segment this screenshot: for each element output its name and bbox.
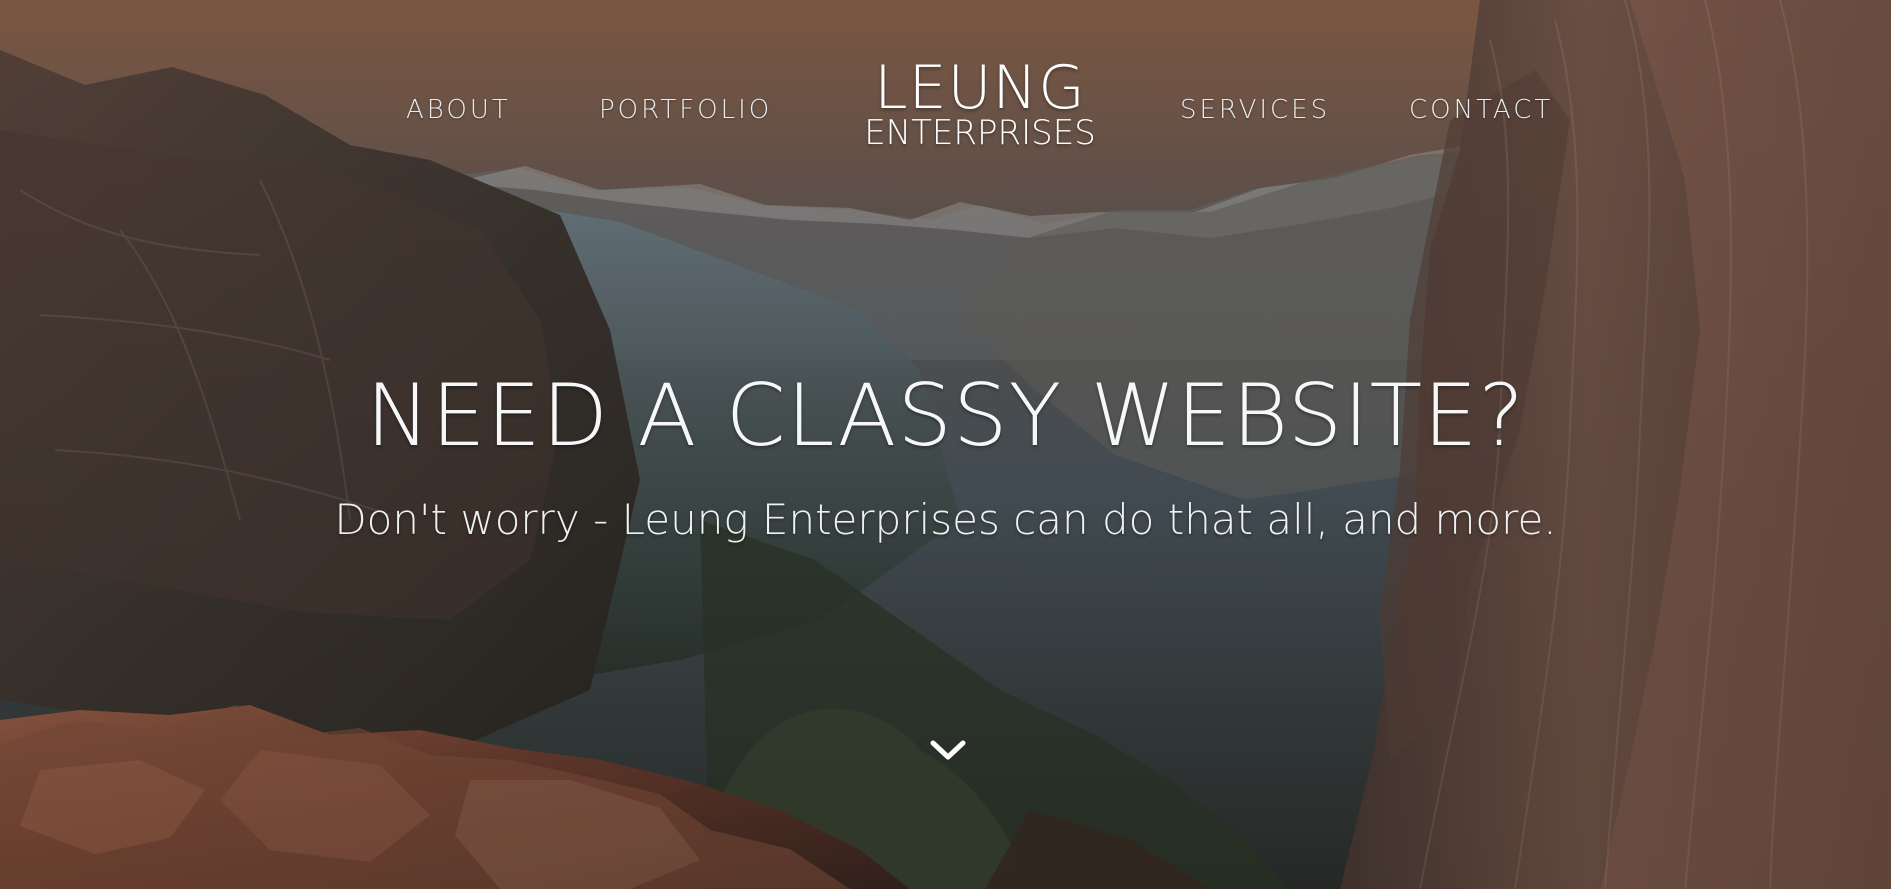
scroll-down-button[interactable]	[928, 733, 968, 765]
nav-services-link[interactable]: SERVICES	[1180, 95, 1330, 125]
hero-subtitle: Don't worry - Leung Enterprises can do t…	[334, 495, 1557, 544]
hero-title: NEED A CLASSY WEBSITE?	[365, 366, 1526, 466]
nav-contact-link[interactable]: CONTACT	[1409, 95, 1553, 125]
logo-main-text: LEUNG	[874, 53, 1086, 123]
chevron-down-icon	[930, 740, 966, 760]
logo-sub-text: ENTERPRISES	[864, 113, 1096, 153]
hero-section: ABOUT PORTFOLIO LEUNG ENTERPRISES SERVIC…	[0, 0, 1891, 889]
nav-about-link[interactable]: ABOUT	[406, 95, 511, 125]
nav-portfolio-link[interactable]: PORTFOLIO	[599, 95, 772, 125]
brand-logo[interactable]: LEUNG ENTERPRISES	[855, 58, 1105, 150]
